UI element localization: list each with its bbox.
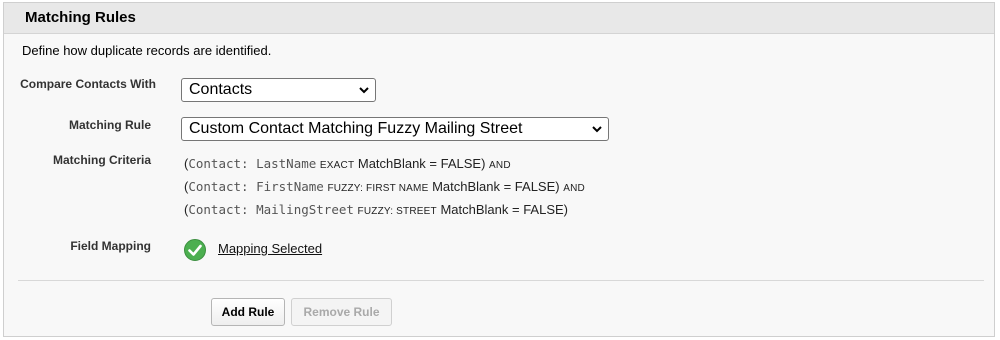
matching-rule-label: Matching Rule	[68, 118, 151, 132]
criterion: (Contact: LastName EXACT MatchBlank = FA…	[184, 156, 511, 171]
criterion: (Contact: FirstName FUZZY: FIRST NAME Ma…	[184, 179, 585, 194]
chevron-down-icon	[592, 126, 602, 133]
compare-contacts-label: Compare Contacts With	[20, 77, 156, 91]
chevron-down-icon	[359, 87, 369, 94]
matching-rule-value: Custom Contact Matching Fuzzy Mailing St…	[189, 120, 523, 137]
field-mapping-label: Field Mapping	[70, 239, 151, 253]
compare-contacts-value: Contacts	[189, 81, 253, 98]
panel-title: Matching Rules	[25, 9, 136, 26]
divider	[18, 280, 984, 281]
add-rule-button[interactable]: Add Rule	[211, 298, 285, 326]
panel-header: Matching Rules	[4, 3, 994, 34]
remove-rule-button[interactable]: Remove Rule	[291, 298, 392, 326]
panel-description: Define how duplicate records are identif…	[22, 43, 272, 58]
matching-criteria-text: (Contact: LastName EXACT MatchBlank = FA…	[184, 153, 634, 222]
mapping-selected-link[interactable]: Mapping Selected	[218, 241, 322, 256]
compare-contacts-select[interactable]: Contacts	[181, 78, 376, 102]
matching-rule-select[interactable]: Custom Contact Matching Fuzzy Mailing St…	[181, 117, 609, 141]
matching-rules-panel: Matching Rules Define how duplicate reco…	[3, 2, 995, 337]
matching-criteria-label: Matching Criteria	[52, 153, 151, 167]
check-icon	[184, 239, 206, 261]
criterion: (Contact: MailingStreet FUZZY: STREET Ma…	[184, 202, 568, 217]
